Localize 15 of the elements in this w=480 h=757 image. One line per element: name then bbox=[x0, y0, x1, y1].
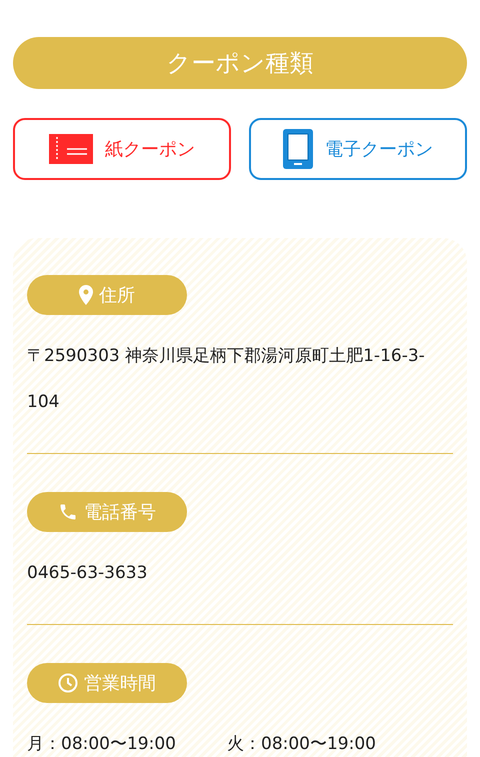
phone-icon bbox=[58, 502, 78, 522]
clock-icon bbox=[58, 673, 78, 693]
ticket-icon bbox=[49, 134, 93, 164]
address-text: 〒2590303 神奈川県足柄下郡湯河原町土肥1-16-3-104 bbox=[27, 345, 426, 414]
smartphone-icon bbox=[283, 129, 313, 169]
section-title: 営業時間 bbox=[84, 672, 156, 695]
phone-number: 0465-63-3633 bbox=[27, 562, 148, 585]
hours-entry: 月：08:00〜19:00 bbox=[27, 733, 177, 756]
section-title: 住所 bbox=[99, 284, 135, 307]
coupon-type-button[interactable]: 紙クーポン bbox=[13, 118, 231, 180]
hours-entry: 火：08:00〜19:00 bbox=[227, 733, 377, 756]
coupon-type-header: クーポン種類 bbox=[13, 37, 467, 89]
section-title: 電話番号 bbox=[84, 501, 156, 524]
coupon-type-button[interactable]: 電子クーポン bbox=[249, 118, 467, 180]
location-pin-icon bbox=[79, 285, 93, 305]
